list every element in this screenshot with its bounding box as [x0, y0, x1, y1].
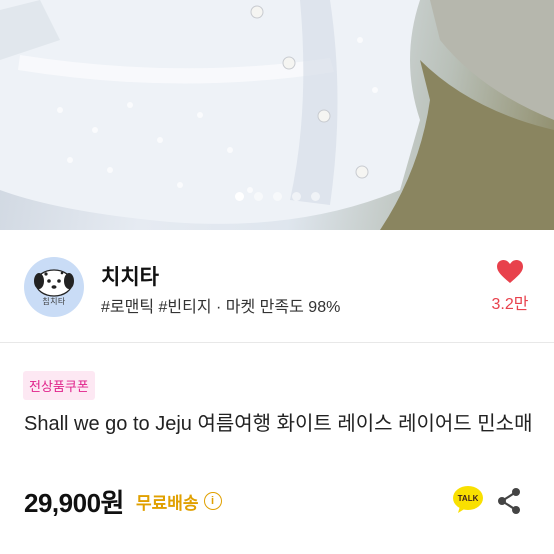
- like-button[interactable]: 3.2만: [485, 260, 535, 314]
- carousel-indicator: [0, 192, 554, 204]
- carousel-dot[interactable]: [234, 192, 244, 201]
- shop-meta: #로맨틱 #빈티지 · 마켓 만족도 98%: [101, 293, 340, 317]
- shop-avatar[interactable]: 칩치타: [24, 257, 84, 317]
- carousel-dot[interactable]: [253, 192, 263, 201]
- product-image-carousel[interactable]: [0, 0, 554, 230]
- satisfaction-label: 마켓 만족도: [225, 299, 304, 316]
- free-shipping-label: 무료배송: [135, 493, 199, 513]
- dalmatian-logo-icon: [34, 269, 74, 297]
- shop-name[interactable]: 치치타: [101, 261, 159, 291]
- shop-tags[interactable]: #로맨틱 #빈티지: [101, 299, 212, 316]
- info-icon[interactable]: i: [203, 492, 222, 510]
- satisfaction-value: 98%: [308, 299, 341, 316]
- shop-info[interactable]: 칩치타 치치타 #로맨틱 #빈티지 · 마켓 만족도 98% 3.2만: [0, 230, 554, 342]
- shop-avatar-text: 칩치타: [42, 297, 66, 306]
- carousel-dot[interactable]: [291, 192, 301, 201]
- kakao-talk-button[interactable]: TALK: [453, 486, 483, 514]
- share-button[interactable]: [496, 487, 522, 515]
- divider: [0, 342, 554, 343]
- product-title: Shall we go to Jeju 여름여행 화이트 레이스 레이어드 민소…: [24, 413, 533, 435]
- coupon-badge[interactable]: 전상품쿠폰: [23, 371, 95, 400]
- share-icon: [498, 488, 520, 514]
- carousel-dot[interactable]: [272, 192, 282, 201]
- talk-label: TALK: [458, 494, 479, 503]
- product-price: 29,900원: [24, 487, 124, 518]
- talk-bubble-icon: TALK: [453, 486, 483, 513]
- meta-separator: ·: [216, 299, 222, 316]
- price-row: 29,900원 무료배송 i: [24, 484, 222, 518]
- carousel-dot[interactable]: [310, 192, 320, 201]
- heart-icon: [497, 260, 523, 283]
- like-count: 3.2만: [491, 296, 529, 313]
